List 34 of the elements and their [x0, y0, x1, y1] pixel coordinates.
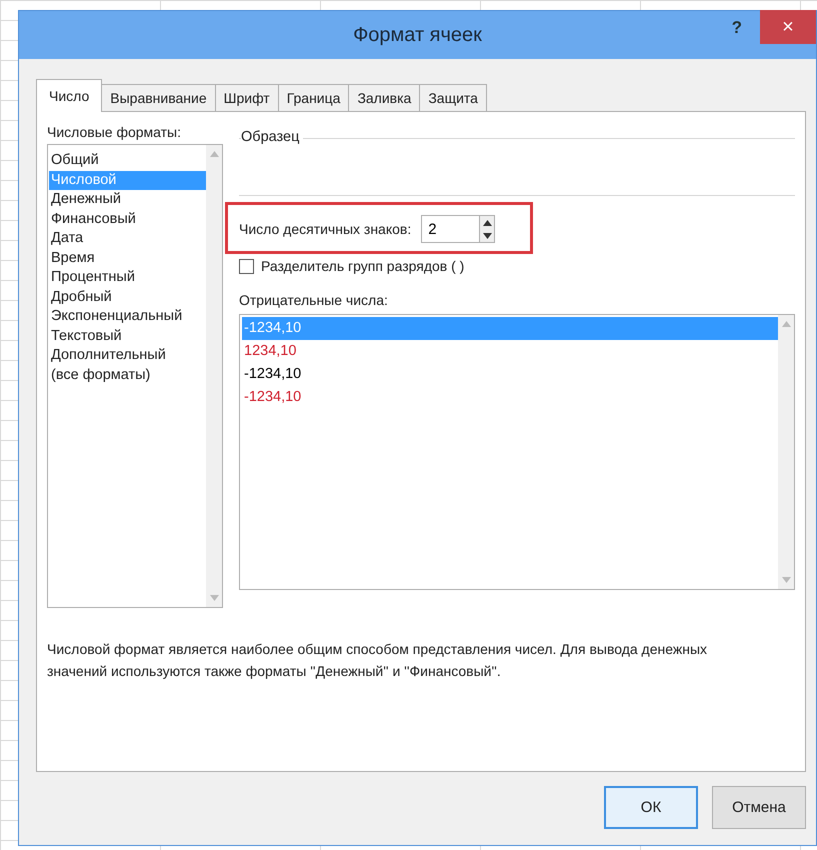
close-button[interactable]: ×	[760, 10, 816, 44]
help-button[interactable]: ?	[726, 17, 748, 39]
list-item[interactable]: Общий	[49, 151, 206, 170]
list-item[interactable]: Финансовый	[49, 210, 206, 229]
format-list[interactable]: Общий Числовой Денежный Финансовый Дата Время Процентный Дробный Экспоненциальный Текстовый Дополнительный (все форматы)	[47, 144, 223, 608]
checkbox-label: Разделитель групп разрядов ( )	[261, 258, 464, 274]
list-item[interactable]: Дробный	[49, 288, 206, 307]
group-label: Образец	[241, 129, 304, 145]
list-item[interactable]: 1234,10	[242, 340, 778, 363]
list-item[interactable]: Денежный	[49, 190, 206, 210]
list-item[interactable]: -1234,10	[242, 386, 778, 409]
list-item[interactable]: Дополнительный	[49, 346, 206, 366]
spin-up-icon[interactable]	[482, 220, 492, 226]
tab[interactable]: Защита	[419, 84, 487, 111]
dialog-button[interactable]: Отмена	[712, 786, 806, 829]
list-item[interactable]: Экспоненциальный	[49, 307, 206, 326]
checkbox[interactable]	[239, 258, 254, 274]
tab[interactable]: Число	[36, 79, 102, 112]
negative-list[interactable]: -1234,10 1234,10 -1234,10 -1234,10	[239, 314, 795, 590]
list-item[interactable]: -1234,10	[242, 363, 778, 386]
list-item[interactable]: Процентный	[49, 268, 206, 288]
window-title: Формат ячеек	[353, 24, 482, 46]
field-label: Число десятичных знаков:	[239, 221, 412, 237]
list-item[interactable]: (все форматы)	[49, 366, 206, 385]
number-field[interactable]: 2	[421, 215, 480, 243]
spin-down-icon[interactable]	[482, 232, 492, 238]
list-label: Отрицательные числа:	[239, 292, 389, 308]
list-item[interactable]: Текстовый	[49, 326, 206, 346]
list-label: Числовые форматы:	[47, 124, 182, 140]
spin-buttons[interactable]	[479, 215, 496, 243]
list-item[interactable]: Время	[49, 248, 206, 268]
list-item[interactable]: Дата	[49, 229, 206, 248]
description-text: Числовой формат является наиболее общим способом представления чисел. Для вывода денежных значений используются также форматы ''Денежный'' и ''Финансовый''.	[47, 640, 708, 681]
dialog-button[interactable]: ОК	[604, 786, 698, 829]
